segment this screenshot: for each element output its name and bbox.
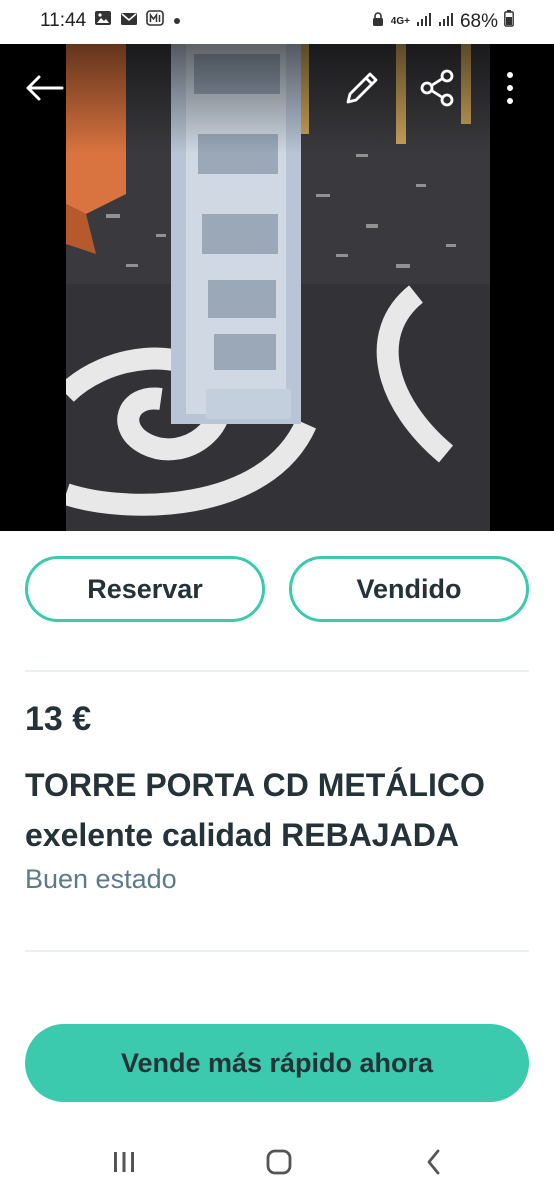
- product-photo[interactable]: [0, 44, 554, 531]
- status-right: 4G+ 68%: [371, 10, 514, 33]
- battery-icon: [504, 10, 514, 33]
- system-nav-bar: [0, 1128, 554, 1200]
- chevron-left-icon: [424, 1148, 444, 1181]
- listing-actions: Reservar Vendido: [25, 556, 529, 622]
- sold-button[interactable]: Vendido: [289, 556, 529, 622]
- divider: [25, 950, 529, 952]
- home-icon: [265, 1148, 293, 1181]
- sell-faster-button[interactable]: Vende más rápido ahora: [25, 1024, 529, 1102]
- recent-apps-button[interactable]: [104, 1146, 144, 1182]
- m-app-icon: [146, 10, 164, 32]
- divider: [25, 670, 529, 672]
- more-options-button[interactable]: [488, 68, 532, 112]
- status-bar: 11:44 4G+ 68%: [0, 0, 554, 44]
- pencil-icon: [342, 68, 382, 113]
- dot-icon: [172, 10, 182, 32]
- edit-button[interactable]: [340, 68, 384, 112]
- status-time: 11:44: [40, 10, 87, 31]
- recent-apps-icon: [111, 1150, 137, 1179]
- item-title: TORRE PORTA CD METÁLICO exelente calidad…: [25, 767, 485, 853]
- battery-percent: 68%: [459, 10, 498, 32]
- back-button[interactable]: [22, 68, 66, 112]
- share-button[interactable]: [415, 68, 459, 112]
- image-icon: [94, 10, 112, 32]
- item-price: 13 €: [25, 700, 92, 738]
- mail-icon: [120, 10, 138, 32]
- reserve-button[interactable]: Reservar: [25, 556, 265, 622]
- item-condition: Buen estado: [25, 864, 177, 894]
- system-back-button[interactable]: [414, 1146, 454, 1182]
- signal-icon: [416, 11, 432, 33]
- share-icon: [417, 68, 457, 113]
- lock-icon: [371, 11, 385, 33]
- home-button[interactable]: [259, 1146, 299, 1182]
- signal-icon: [438, 11, 454, 33]
- more-vert-icon: [504, 70, 516, 111]
- network-type: 4G+: [390, 15, 410, 27]
- photo-toolbar: [0, 44, 554, 154]
- status-left: 11:44: [40, 10, 182, 32]
- back-arrow-icon: [24, 73, 64, 108]
